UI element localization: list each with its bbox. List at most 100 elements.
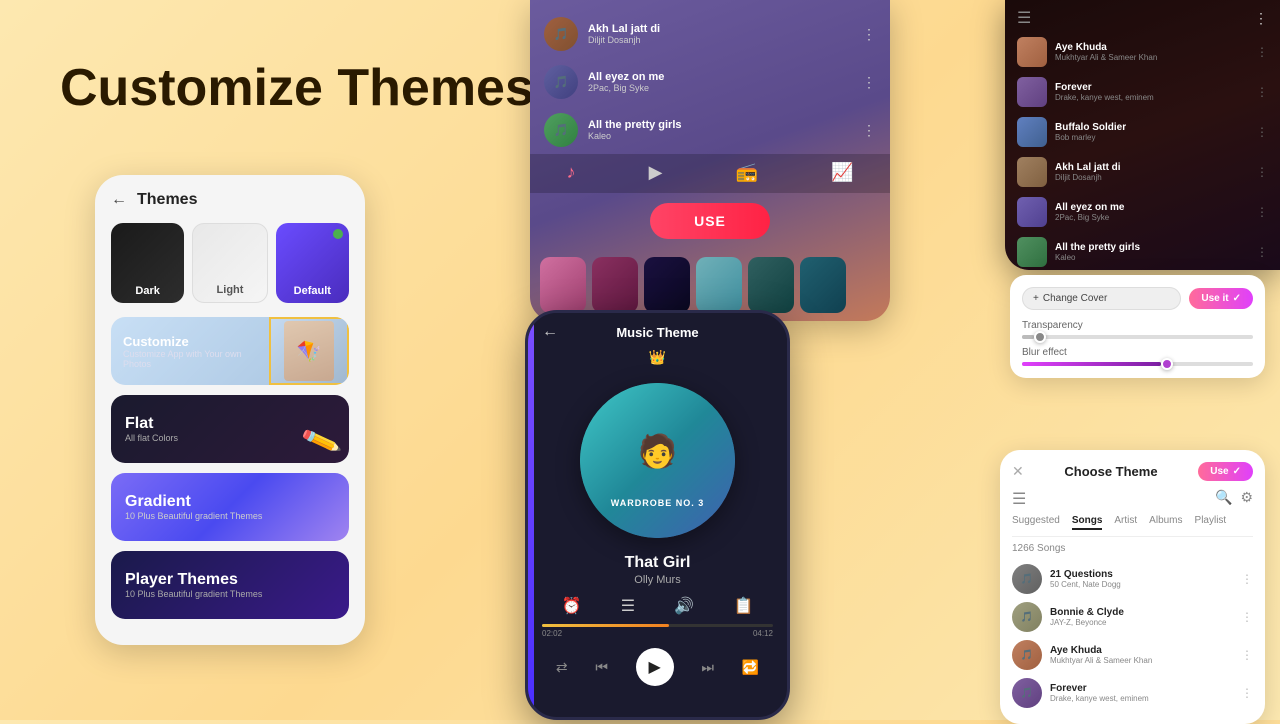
song-title-0: Akh Lal jatt di xyxy=(588,23,852,35)
close-button[interactable]: ✕ xyxy=(1012,463,1024,480)
swatch-2[interactable] xyxy=(644,257,690,313)
song-menu-icon-2[interactable]: ⋮ xyxy=(862,122,876,139)
filter-icon[interactable]: ⚙ xyxy=(1240,489,1253,509)
blur-thumb[interactable] xyxy=(1161,358,1173,370)
change-cover-button[interactable]: + Change Cover xyxy=(1022,287,1181,310)
tab-suggested[interactable]: Suggested xyxy=(1012,515,1060,530)
bottom-menu-2[interactable]: ⋮ xyxy=(1241,648,1253,662)
right-song-item-4[interactable]: All eyez on me 2Pac, Big Syke ⋮ xyxy=(1005,192,1280,232)
plus-icon: + xyxy=(1033,293,1039,304)
theme-option-default[interactable]: Default xyxy=(276,223,349,303)
transparency-thumb[interactable] xyxy=(1034,331,1046,343)
use-button[interactable]: USE xyxy=(650,203,770,239)
right-song-artist-4: 2Pac, Big Syke xyxy=(1055,213,1248,222)
swatch-3[interactable] xyxy=(696,257,742,313)
crown-icon: 👑 xyxy=(649,349,666,365)
song-menu-icon-1[interactable]: ⋮ xyxy=(862,74,876,91)
tab-playlist[interactable]: Playlist xyxy=(1195,515,1227,530)
bottom-menu-3[interactable]: ⋮ xyxy=(1241,686,1253,700)
theme-card-player[interactable]: Player Themes 10 Plus Beautiful gradient… xyxy=(111,551,349,619)
player-card-sub: 10 Plus Beautiful gradient Themes xyxy=(125,589,262,599)
right-menu-icon-1[interactable]: ⋮ xyxy=(1256,85,1268,99)
hamburger-icon[interactable]: ☰ xyxy=(1017,8,1031,28)
theme-option-dark[interactable]: Dark xyxy=(111,223,184,303)
use-small-button[interactable]: Use ✓ xyxy=(1198,462,1253,481)
song-list-item-2[interactable]: 🎵 All the pretty girls Kaleo ⋮ xyxy=(530,106,890,154)
search-icon[interactable]: 🔍 xyxy=(1215,489,1232,509)
use-it-button[interactable]: Use it ✓ xyxy=(1189,288,1253,309)
right-song-title-3: Akh Lal jatt di xyxy=(1055,162,1248,173)
repeat-icon[interactable]: 🔁 xyxy=(742,659,759,676)
right-song-info-0: Aye Khuda Mukhtyar Ali & Sameer Khan xyxy=(1055,42,1248,62)
theme-card-gradient[interactable]: Gradient 10 Plus Beautiful gradient Them… xyxy=(111,473,349,541)
swatch-4[interactable] xyxy=(748,257,794,313)
bottom-song-2[interactable]: 🎵 Aye Khuda Mukhtyar Ali & Sameer Khan ⋮ xyxy=(1012,636,1253,674)
back-arrow-icon[interactable]: ← xyxy=(111,191,127,209)
play-button[interactable]: ▶ xyxy=(636,648,674,686)
theme-options-row: Dark Light Default xyxy=(111,223,349,303)
song-info-1: All eyez on me 2Pac, Big Syke xyxy=(588,71,852,93)
check-small-icon: ✓ xyxy=(1233,466,1241,477)
cover-row: + Change Cover Use it ✓ xyxy=(1022,287,1253,310)
blur-section: Blur effect xyxy=(1022,347,1253,366)
blur-label: Blur effect xyxy=(1022,347,1253,358)
theme-card-flat[interactable]: Flat All flat Colors ✏️ xyxy=(111,395,349,463)
right-song-info-2: Buffalo Soldier Bob marley xyxy=(1055,122,1248,142)
bottom-menu-1[interactable]: ⋮ xyxy=(1241,610,1253,624)
volume-icon[interactable]: 🔊 xyxy=(674,596,694,616)
right-song-item-1[interactable]: Forever Drake, kanye west, eminem ⋮ xyxy=(1005,72,1280,112)
right-song-artist-2: Bob marley xyxy=(1055,133,1248,142)
blur-slider[interactable] xyxy=(1022,362,1253,366)
tab-songs[interactable]: Songs xyxy=(1072,515,1103,530)
bottom-song-1[interactable]: 🎵 Bonnie & Clyde JAY-Z, Beyonce ⋮ xyxy=(1012,598,1253,636)
transparency-section: Transparency xyxy=(1022,320,1253,339)
song-info-0: Akh Lal jatt di Diljit Dosanjh xyxy=(588,23,852,45)
transparency-slider[interactable] xyxy=(1022,335,1253,339)
customize-card-title: Customize xyxy=(123,334,257,349)
hamburger-icon-2[interactable]: ☰ xyxy=(1012,489,1026,509)
right-song-item-5[interactable]: All the pretty girls Kaleo ⋮ xyxy=(1005,232,1280,270)
right-top-panel: ☰ ⋮ Aye Khuda Mukhtyar Ali & Sameer Khan… xyxy=(1005,0,1280,270)
progress-bar[interactable]: 02:02 04:12 xyxy=(542,624,773,638)
alarm-icon[interactable]: ⏰ xyxy=(562,596,582,616)
right-menu-icon-4[interactable]: ⋮ xyxy=(1256,205,1268,219)
tab-trending[interactable]: 📈 xyxy=(831,162,853,183)
right-menu-icon-5[interactable]: ⋮ xyxy=(1256,245,1268,259)
tab-albums[interactable]: Albums xyxy=(1149,515,1182,530)
tab-video[interactable]: ▶ xyxy=(649,162,663,183)
progress-track xyxy=(542,624,773,627)
tab-music[interactable]: ♪ xyxy=(567,162,576,183)
bottom-song-0[interactable]: 🎵 21 Questions 50 Cent, Nate Dogg ⋮ xyxy=(1012,560,1253,598)
player-card-title: Player Themes xyxy=(125,571,262,589)
right-song-item-2[interactable]: Buffalo Soldier Bob marley ⋮ xyxy=(1005,112,1280,152)
song-list-item-1[interactable]: 🎵 All eyez on me 2Pac, Big Syke ⋮ xyxy=(530,58,890,106)
queue-icon[interactable]: ☰ xyxy=(621,596,635,616)
theme-option-light[interactable]: Light xyxy=(192,223,267,303)
tab-artist[interactable]: Artist xyxy=(1114,515,1137,530)
tab-radio[interactable]: 📻 xyxy=(736,162,758,183)
right-song-item-0[interactable]: Aye Khuda Mukhtyar Ali & Sameer Khan ⋮ xyxy=(1005,32,1280,72)
next-icon[interactable]: ⏭ xyxy=(701,659,714,676)
choose-theme-title: Choose Theme xyxy=(1064,464,1157,479)
swatch-1[interactable] xyxy=(592,257,638,313)
bottom-song-3[interactable]: 🎵 Forever Drake, kanye west, eminem ⋮ xyxy=(1012,674,1253,712)
phone-back-arrow[interactable]: ← xyxy=(542,323,558,341)
right-menu-icon-3[interactable]: ⋮ xyxy=(1256,165,1268,179)
bottom-menu-0[interactable]: ⋮ xyxy=(1241,572,1253,586)
prev-icon[interactable]: ⏮ xyxy=(595,659,608,676)
right-thumb-4 xyxy=(1017,197,1047,227)
right-panel-menu[interactable]: ⋮ xyxy=(1254,10,1268,27)
swatch-0[interactable] xyxy=(540,257,586,313)
right-song-item-3[interactable]: Akh Lal jatt di Diljit Dosanjh ⋮ xyxy=(1005,152,1280,192)
right-menu-icon-2[interactable]: ⋮ xyxy=(1256,125,1268,139)
shuffle-icon[interactable]: ⇄ xyxy=(556,659,568,676)
bottom-title-3: Forever xyxy=(1050,683,1233,694)
list-icon[interactable]: 📋 xyxy=(733,596,753,616)
song-menu-icon-0[interactable]: ⋮ xyxy=(862,26,876,43)
right-menu-icon-0[interactable]: ⋮ xyxy=(1256,45,1268,59)
swatch-5[interactable] xyxy=(800,257,846,313)
right-song-artist-5: Kaleo xyxy=(1055,253,1248,262)
right-song-title-5: All the pretty girls xyxy=(1055,242,1248,253)
song-list-item-0[interactable]: 🎵 Akh Lal jatt di Diljit Dosanjh ⋮ xyxy=(530,10,890,58)
theme-card-customize[interactable]: Customize Customize App with Your own Ph… xyxy=(111,317,349,385)
